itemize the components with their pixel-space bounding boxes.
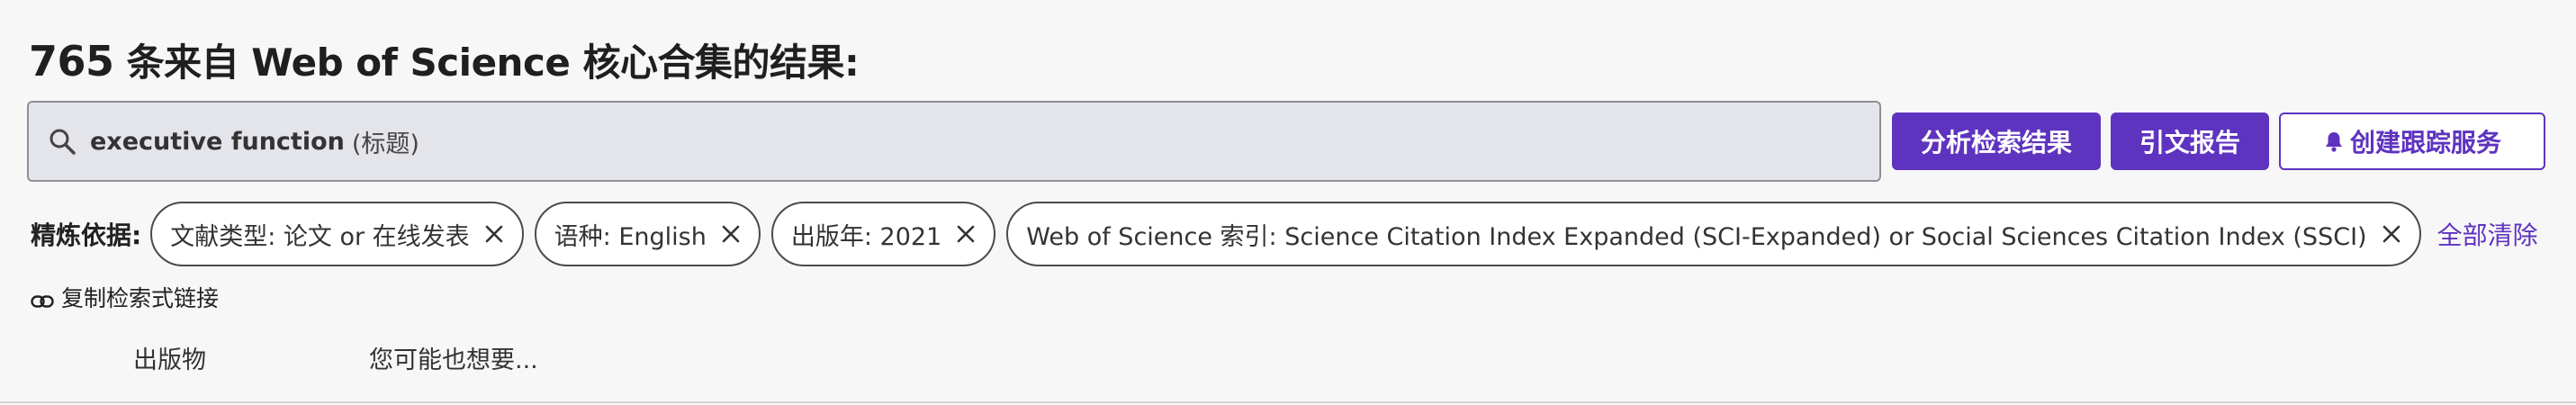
- results-title: 765 条来自 Web of Science 核心合集的结果:: [29, 32, 860, 87]
- citation-report-button[interactable]: 引文报告: [2111, 112, 2269, 170]
- copy-query-link-label: 复制检索式链接: [61, 285, 220, 311]
- close-icon[interactable]: [719, 222, 743, 246]
- refine-filters: 精炼依据: 文献类型: 论文 or 在线发表 语种: English 出版年: …: [31, 202, 2538, 266]
- copy-query-link-button[interactable]: 复制检索式链接: [31, 281, 219, 313]
- filter-chip-label: 文献类型: 论文 or 在线发表: [170, 222, 470, 251]
- create-alert-label: 创建跟踪服务: [2349, 128, 2501, 158]
- close-icon[interactable]: [954, 222, 977, 246]
- analyze-results-button[interactable]: 分析检索结果: [1892, 112, 2101, 170]
- filter-chip-label: 出版年: 2021: [790, 222, 942, 251]
- tab-you-may-also-like[interactable]: 您可能也想要...: [369, 340, 538, 375]
- divider: [0, 401, 2576, 403]
- link-icon: [31, 289, 54, 308]
- refine-label: 精炼依据:: [31, 220, 142, 250]
- filter-chip-wos-index: Web of Science 索引: Science Citation Inde…: [1006, 202, 2421, 266]
- search-query-box[interactable]: executive function (标题): [27, 101, 1881, 182]
- bell-icon: [2323, 130, 2345, 153]
- filter-chip-label: Web of Science 索引: Science Citation Inde…: [1026, 222, 2367, 251]
- clear-all-link[interactable]: 全部清除: [2437, 216, 2538, 252]
- close-icon[interactable]: [482, 222, 506, 246]
- results-count: 765: [29, 37, 114, 86]
- filter-chip-document-type: 文献类型: 论文 or 在线发表: [150, 202, 524, 266]
- results-title-text: 条来自 Web of Science 核心合集的结果:: [113, 40, 860, 85]
- tab-publications[interactable]: 出版物: [133, 340, 206, 375]
- filter-chip-label: 语种: English: [554, 222, 707, 251]
- close-icon[interactable]: [2380, 222, 2403, 246]
- search-term: executive function: [90, 127, 345, 156]
- create-alert-button[interactable]: 创建跟踪服务: [2279, 112, 2545, 170]
- search-icon: [47, 126, 77, 157]
- filter-chip-language: 语种: English: [534, 202, 761, 266]
- filter-chip-publication-year: 出版年: 2021: [770, 202, 996, 266]
- search-field: (标题): [351, 130, 419, 158]
- search-row: executive function (标题) 分析检索结果 引文报告 创建跟踪…: [27, 101, 2545, 182]
